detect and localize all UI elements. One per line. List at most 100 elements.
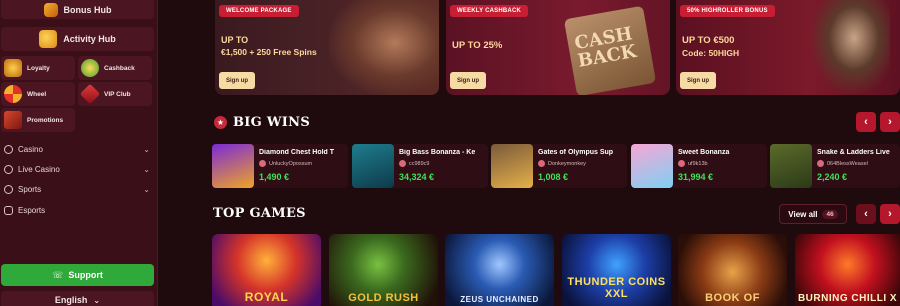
game-tile[interactable]: BURNING CHILLI X: [795, 234, 900, 306]
sidebar-item-cashback[interactable]: Cashback: [78, 56, 152, 80]
big-win-card[interactable]: Snake & Ladders Live 064BlessWeasel 2,24…: [770, 144, 900, 188]
trophy-icon: [39, 30, 58, 48]
signup-button[interactable]: Sign up: [680, 72, 716, 89]
big-wins-next-button[interactable]: ›: [880, 112, 900, 132]
game-thumbnail: [770, 144, 812, 188]
promo-headline: UP TO €500: [682, 35, 735, 46]
games-count-badge: 46: [822, 209, 838, 219]
win-game-name: Sweet Bonanza: [678, 149, 730, 156]
game-thumbnail: [352, 144, 394, 188]
support-button[interactable]: ☏ Support: [1, 264, 154, 286]
chevron-down-icon: ⌄: [93, 295, 101, 305]
loyalty-icon: [4, 59, 22, 77]
game-tile[interactable]: THUNDER COINS XXL: [562, 234, 671, 306]
signup-button[interactable]: Sign up: [219, 72, 255, 89]
game-tile-title: ROYAL: [244, 290, 289, 304]
bonus-hub-button[interactable]: Bonus Hub: [1, 0, 154, 19]
top-games-title: TOP GAMES: [213, 206, 306, 221]
win-user: UnluckyOpossum: [259, 160, 312, 167]
game-tile[interactable]: ROYAL: [212, 234, 321, 306]
sports-icon: [4, 184, 13, 194]
sidebar-item-label: VIP Club: [104, 90, 131, 98]
avatar: [538, 160, 545, 167]
sidebar-item-label: Sports: [18, 184, 42, 194]
big-win-card[interactable]: Diamond Chest Hold T UnluckyOpossum 1,49…: [212, 144, 348, 188]
game-tile-title: ZEUS UNCHAINED: [460, 295, 539, 304]
sidebar-item-label: Promotions: [27, 116, 64, 124]
game-tile[interactable]: BOOK OF: [678, 234, 787, 306]
live-casino-icon: [4, 164, 13, 174]
game-tile-title: BOOK OF: [705, 292, 760, 304]
sidebar-item-sports[interactable]: Sports ⌄: [4, 182, 150, 196]
win-game-name: Gates of Olympus Sup: [538, 149, 614, 156]
promo-tag: 50% HIGHROLLER BONUS: [680, 5, 775, 17]
game-tile-title: THUNDER COINS XXL: [567, 276, 666, 300]
sidebar-item-label: Loyalty: [27, 64, 50, 72]
chevron-down-icon: ⌄: [143, 184, 150, 194]
casino-icon: [4, 144, 13, 154]
view-all-button[interactable]: View all 46: [779, 204, 847, 224]
promo-subline: €1,500 + 250 Free Spins: [221, 47, 317, 57]
avatar: [678, 160, 685, 167]
promo-highroller-image: [810, 0, 890, 95]
chevron-down-icon: ⌄: [143, 164, 150, 174]
chat-icon: ☏: [52, 269, 64, 280]
big-win-card[interactable]: Big Bass Bonanza - Ke cc989c9 34,324 €: [352, 144, 488, 188]
activity-hub-button[interactable]: Activity Hub: [1, 27, 154, 51]
promo-highroller[interactable]: 50% HIGHROLLER BONUS UP TO €500 Code: 50…: [676, 0, 900, 95]
language-label: English: [54, 295, 88, 305]
win-amount: 34,324 €: [399, 172, 435, 182]
gift-icon: [43, 2, 58, 17]
big-win-card[interactable]: Sweet Bonanza uf9k13b 31,994 €: [631, 144, 767, 188]
language-selector[interactable]: English ⌄: [1, 291, 154, 306]
sidebar-item-live-casino[interactable]: Live Casino ⌄: [4, 162, 150, 176]
promo-cashback[interactable]: CASH BACK WEEKLY CASHBACK UP TO 25% Sign …: [446, 0, 670, 95]
sidebar-item-label: Wheel: [27, 90, 47, 98]
sidebar-item-loyalty[interactable]: Loyalty: [1, 56, 75, 80]
sidebar-item-label: Esports: [18, 205, 46, 215]
win-user: 064BlessWeasel: [817, 160, 868, 167]
win-user: Donkeymonkey: [538, 160, 586, 167]
game-tile-title: GOLD RUSH: [348, 292, 419, 304]
avatar: [817, 160, 824, 167]
big-win-card[interactable]: Gates of Olympus Sup Donkeymonkey 1,008 …: [491, 144, 627, 188]
sidebar-item-label: Casino: [18, 144, 43, 154]
win-amount: 1,008 €: [538, 172, 569, 182]
wheel-icon: [4, 85, 22, 103]
win-amount: 1,490 €: [259, 172, 290, 182]
win-amount: 31,994 €: [678, 172, 714, 182]
promo-welcome[interactable]: WELCOME PACKAGE UP TO €1,500 + 250 Free …: [215, 0, 439, 95]
sidebar-item-promotions[interactable]: Promotions: [1, 108, 75, 132]
game-tile[interactable]: GOLD RUSH: [329, 234, 438, 306]
win-username: uf9k13b: [688, 160, 708, 167]
promotions-icon: [4, 111, 22, 129]
sidebar-item-casino[interactable]: Casino ⌄: [4, 142, 150, 156]
vip-club-icon: [79, 83, 101, 105]
big-wins-icon: ★: [214, 116, 227, 129]
signup-button[interactable]: Sign up: [450, 72, 486, 89]
support-label: Support: [68, 270, 103, 280]
sidebar-item-label: Cashback: [104, 64, 135, 72]
cashback-icon: [81, 59, 99, 77]
esports-icon: [4, 205, 13, 215]
view-all-label: View all: [788, 209, 818, 219]
win-amount: 2,240 €: [817, 172, 848, 182]
big-wins-prev-button[interactable]: ‹: [856, 112, 876, 132]
top-games-prev-button[interactable]: ‹: [856, 204, 876, 224]
game-thumbnail: [212, 144, 254, 188]
win-username: Donkeymonkey: [548, 160, 586, 167]
win-game-name: Diamond Chest Hold T: [259, 149, 335, 156]
top-games-next-button[interactable]: ›: [880, 204, 900, 224]
game-tile-title: BURNING CHILLI X: [797, 293, 898, 304]
win-user: uf9k13b: [678, 160, 708, 167]
activity-hub-label: Activity Hub: [63, 34, 116, 44]
promo-tag: WELCOME PACKAGE: [219, 5, 299, 17]
big-wins-title: BIG WINS: [233, 115, 311, 130]
promo-code: Code: 50HIGH: [682, 48, 740, 58]
sidebar-item-wheel[interactable]: Wheel: [1, 82, 75, 106]
sidebar-item-vip-club[interactable]: VIP Club: [78, 82, 152, 106]
sidebar-item-label: Live Casino: [18, 164, 60, 174]
promo-headline: UP TO 25%: [452, 40, 503, 51]
sidebar-item-esports[interactable]: Esports: [4, 203, 150, 217]
game-tile[interactable]: ZEUS UNCHAINED: [445, 234, 554, 306]
